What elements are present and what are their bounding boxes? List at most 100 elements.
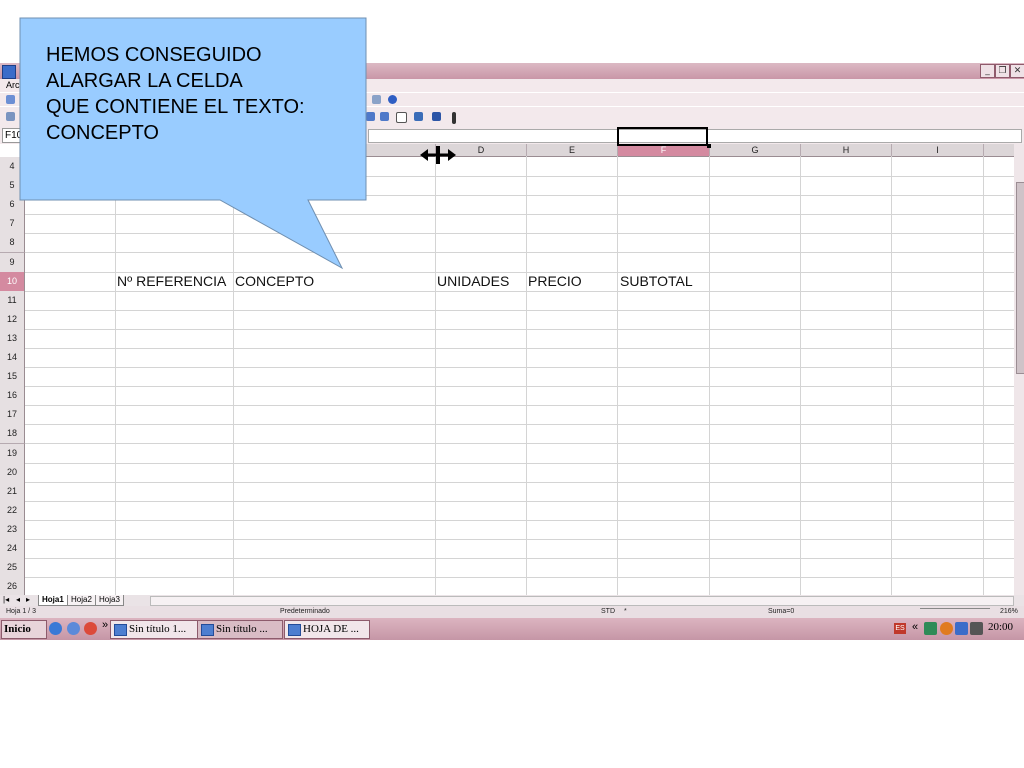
row-header-17[interactable]: 17 xyxy=(0,405,25,425)
row-header-13[interactable]: 13 xyxy=(0,329,25,349)
row-header-15[interactable]: 15 xyxy=(0,367,25,387)
vertical-scroll-thumb[interactable] xyxy=(1016,182,1024,374)
grid-line xyxy=(709,156,710,596)
fill-handle[interactable] xyxy=(707,144,711,148)
status-zoom[interactable]: 216% xyxy=(1000,608,1018,615)
minimize-button[interactable]: _ xyxy=(980,64,995,78)
background-color-icon[interactable] xyxy=(414,112,423,121)
grid-line xyxy=(617,156,618,596)
column-header-j[interactable] xyxy=(984,144,1015,157)
status-page-style: Predeterminado xyxy=(280,608,330,615)
row-header-21[interactable]: 21 xyxy=(0,482,25,502)
word-document-icon xyxy=(288,624,301,636)
grid-line xyxy=(25,539,1015,540)
calc-document-icon xyxy=(114,624,127,636)
sheet-tabs-bar: |◂ ◂ ▸ Hoja1 Hoja2 Hoja3 xyxy=(0,595,1024,606)
chrome-icon[interactable] xyxy=(84,622,97,635)
tray-app-icon[interactable] xyxy=(924,622,937,635)
row-header-25[interactable]: 25 xyxy=(0,558,25,578)
status-bar: Hoja 1 / 3 Predeterminado STD * Suma=0 2… xyxy=(0,606,1024,618)
grid-line xyxy=(25,310,1015,311)
status-sheet: Hoja 1 / 3 xyxy=(6,608,36,615)
grid-line xyxy=(891,156,892,596)
task-button-label: Sin título ... xyxy=(216,623,268,635)
row-header-22[interactable]: 22 xyxy=(0,501,25,521)
row-header-20[interactable]: 20 xyxy=(0,463,25,483)
row-header-23[interactable]: 23 xyxy=(0,520,25,540)
grid-line xyxy=(435,156,436,596)
task-button-label: Sin título 1... xyxy=(129,623,187,635)
column-header-g[interactable]: G xyxy=(710,144,801,157)
cell-f10[interactable]: SUBTOTAL xyxy=(620,272,693,291)
task-button-2[interactable]: Sin título ... xyxy=(197,620,283,639)
callout-line: HEMOS CONSEGUIDO xyxy=(46,44,262,66)
calc-document-icon xyxy=(201,624,214,636)
callout-line: ALARGAR LA CELDA xyxy=(46,70,243,92)
grid-line xyxy=(25,482,1015,483)
callout-line: CONCEPTO xyxy=(46,122,159,144)
sheet-tab-hoja1[interactable]: Hoja1 xyxy=(38,595,68,606)
close-button[interactable]: ✕ xyxy=(1010,64,1024,78)
grid-line xyxy=(25,329,1015,330)
media-player-icon[interactable] xyxy=(67,622,80,635)
sheet-tab-hoja2[interactable]: Hoja2 xyxy=(67,595,96,606)
grid-line xyxy=(25,367,1015,368)
sheet-tab-hoja3[interactable]: Hoja3 xyxy=(95,595,124,606)
grid-line xyxy=(25,577,1015,578)
tab-nav-prev-icon[interactable]: ◂ xyxy=(16,595,20,604)
grid-line xyxy=(25,558,1015,559)
task-button-3[interactable]: HOJA DE ... xyxy=(284,620,370,639)
grid-line xyxy=(25,443,1015,444)
callout-line: QUE CONTIENE EL TEXTO: xyxy=(46,96,305,118)
callout-text: HEMOS CONSEGUIDO ALARGAR LA CELDA QUE CO… xyxy=(46,42,356,146)
task-button-label: HOJA DE ... xyxy=(303,623,359,635)
row-header-16[interactable]: 16 xyxy=(0,386,25,406)
horizontal-scrollbar[interactable] xyxy=(150,596,1014,606)
start-button[interactable]: Inicio xyxy=(1,620,47,639)
active-cell-cursor xyxy=(617,127,708,146)
status-sum[interactable]: Suma=0 xyxy=(768,608,794,615)
status-modified: * xyxy=(624,608,627,615)
row-header-14[interactable]: 14 xyxy=(0,348,25,368)
grid-line xyxy=(25,463,1015,464)
tab-nav-next-icon[interactable]: ▸ xyxy=(26,595,30,604)
grid-line xyxy=(25,405,1015,406)
font-color-icon[interactable] xyxy=(432,112,441,121)
language-indicator[interactable]: ES xyxy=(894,623,906,634)
grid-line xyxy=(983,156,984,596)
row-header-11[interactable]: 11 xyxy=(0,291,25,311)
tray-volume-icon[interactable] xyxy=(970,622,983,635)
grid-line xyxy=(25,424,1015,425)
tab-nav-first-icon[interactable]: |◂ xyxy=(3,595,9,604)
zoom-slider[interactable] xyxy=(920,608,990,616)
ie-icon[interactable] xyxy=(49,622,62,635)
column-header-i[interactable]: I xyxy=(892,144,984,157)
cell-e10[interactable]: PRECIO xyxy=(528,272,582,291)
row-header-26[interactable]: 26 xyxy=(0,577,25,597)
toolbar-overflow-icon[interactable] xyxy=(452,112,456,124)
tray-network-icon[interactable] xyxy=(955,622,968,635)
cell-d10[interactable]: UNIDADES xyxy=(437,272,509,291)
grid-line xyxy=(800,156,801,596)
grid-line xyxy=(25,386,1015,387)
tray-security-icon[interactable] xyxy=(940,622,953,635)
restore-button[interactable]: ❐ xyxy=(995,64,1010,78)
column-resize-cursor-icon xyxy=(420,146,456,164)
grid-line xyxy=(25,501,1015,502)
row-header-19[interactable]: 19 xyxy=(0,444,25,464)
taskbar: Inicio » Sin título 1... Sin título ... … xyxy=(0,618,1024,640)
row-header-18[interactable]: 18 xyxy=(0,424,25,444)
task-button-1[interactable]: Sin título 1... xyxy=(110,620,198,639)
tray-expand[interactable]: « xyxy=(912,621,918,633)
grid-line xyxy=(25,520,1015,521)
column-header-h[interactable]: H xyxy=(801,144,892,157)
row-header-12[interactable]: 12 xyxy=(0,310,25,330)
clock: 20:00 xyxy=(988,621,1014,633)
column-header-e[interactable]: E xyxy=(527,144,618,157)
grid-line xyxy=(25,291,1015,292)
grid-line xyxy=(526,156,527,596)
row-header-24[interactable]: 24 xyxy=(0,539,25,559)
quicklaunch-overflow[interactable]: » xyxy=(102,619,108,631)
status-selection-mode[interactable]: STD xyxy=(601,608,615,615)
grid-line xyxy=(25,348,1015,349)
